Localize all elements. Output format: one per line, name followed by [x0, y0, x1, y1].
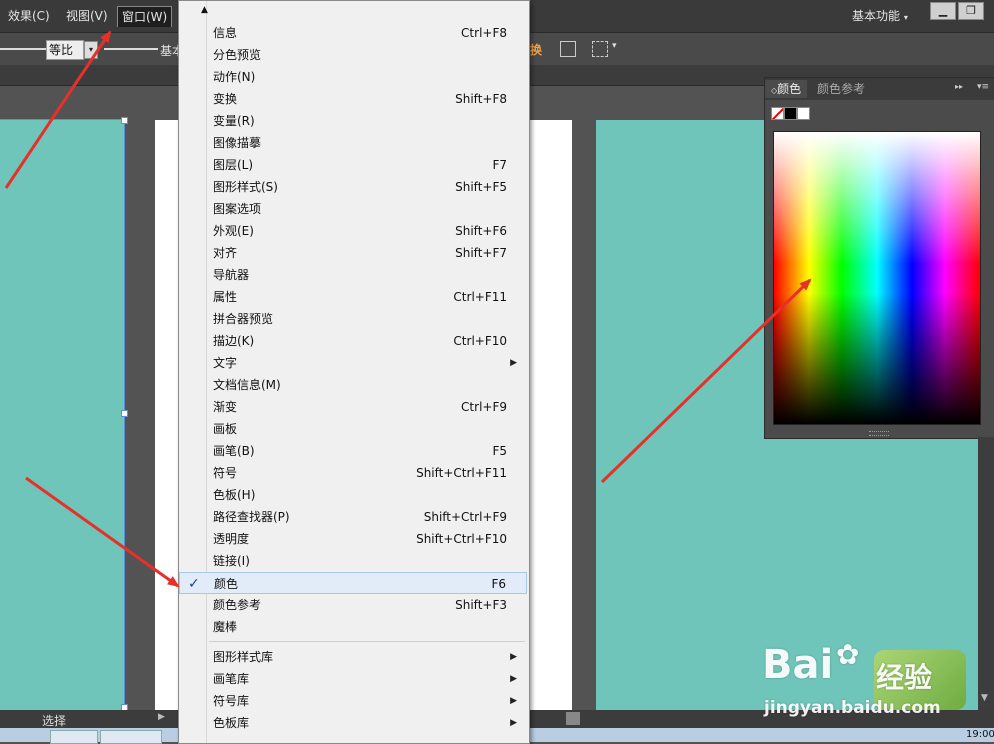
annotation-arrows	[4, 30, 812, 588]
arrow-to-color-panel	[600, 278, 812, 484]
arrow-to-window-menu	[4, 30, 112, 189]
arrow-to-color-item	[25, 476, 180, 588]
